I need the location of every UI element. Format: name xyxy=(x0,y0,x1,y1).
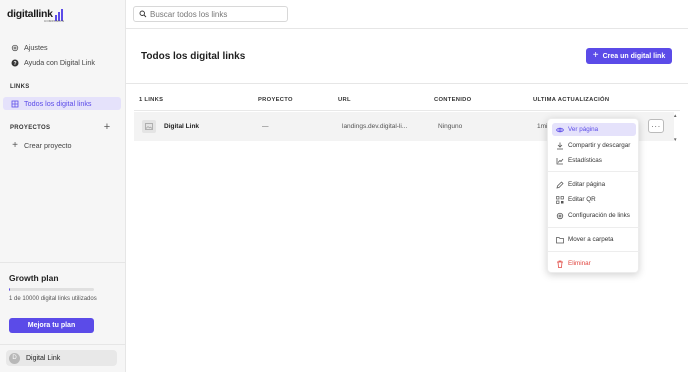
svg-text:?: ? xyxy=(13,60,16,66)
scrollbar[interactable]: ▲ ▼ xyxy=(673,113,679,142)
header-divider xyxy=(134,110,680,111)
qr-icon xyxy=(556,195,564,204)
links-section-label: LINKS xyxy=(10,84,30,90)
add-project-button[interactable]: + xyxy=(102,122,112,133)
menu-item-label: Configuración de links xyxy=(568,212,630,219)
link-content: Ninguno xyxy=(438,123,463,130)
menu-item-label: Mover a carpeta xyxy=(568,236,614,243)
menu-item-label: Compartir y descargar xyxy=(568,142,631,149)
menu-item-label: Ver página xyxy=(568,126,599,133)
create-project-label: Crear proyecto xyxy=(24,141,72,150)
menu-item-label: Estadísticas xyxy=(568,157,602,164)
link-url[interactable]: landings.dev.digital-li... xyxy=(342,123,407,130)
menu-item-delete[interactable]: Eliminar xyxy=(552,257,636,270)
plus-icon: + xyxy=(592,50,599,61)
column-header-url[interactable]: URL xyxy=(338,97,351,103)
column-header-project[interactable]: PROYECTO xyxy=(258,97,293,103)
more-options-button[interactable]: ··· xyxy=(648,119,664,133)
sidebar-item-ayuda[interactable]: ? Ayuda con Digital Link xyxy=(3,56,121,69)
eye-icon xyxy=(556,126,564,134)
create-project-button[interactable]: + Crear proyecto xyxy=(3,139,121,152)
sidebar-divider xyxy=(0,262,126,263)
menu-divider xyxy=(548,171,640,172)
top-bar xyxy=(126,0,688,29)
row-actions-menu: Ver página Compartir y descargar Estadís… xyxy=(547,118,640,273)
sidebar-item-label: Ayuda con Digital Link xyxy=(24,58,95,67)
folder-icon xyxy=(556,236,564,244)
menu-item-share-download[interactable]: Compartir y descargar xyxy=(552,139,636,152)
search-box[interactable] xyxy=(133,6,288,22)
menu-item-move-folder[interactable]: Mover a carpeta xyxy=(552,233,636,246)
menu-item-label: Eliminar xyxy=(568,260,591,267)
page-title: Todos los digital links xyxy=(141,51,246,62)
pencil-icon xyxy=(556,180,564,189)
sidebar-item-ajustes[interactable]: Ajustes xyxy=(3,41,121,54)
trash-icon xyxy=(556,260,564,268)
sidebar-item-label: Todos los digital links xyxy=(24,99,92,108)
link-name[interactable]: Digital Link xyxy=(164,123,199,130)
more-dots-icon: ··· xyxy=(651,121,661,131)
menu-item-link-settings[interactable]: Configuración de links xyxy=(552,209,636,222)
menu-item-statistics[interactable]: Estadísticas xyxy=(552,154,636,167)
search-icon xyxy=(139,10,147,18)
plan-usage-text: 1 de 10000 digital links utilizados xyxy=(9,296,97,302)
help-icon: ? xyxy=(11,59,19,67)
menu-divider xyxy=(548,251,640,252)
image-placeholder-icon xyxy=(142,120,156,133)
scroll-up-icon[interactable]: ▲ xyxy=(673,113,679,118)
main-divider xyxy=(126,83,688,84)
menu-item-view-page[interactable]: Ver página xyxy=(552,123,636,136)
download-icon xyxy=(556,142,564,150)
column-header-updated[interactable]: ULTIMA ACTUALIZACIÓN xyxy=(533,97,609,103)
brand-logo[interactable]: digitallink COMPANION xyxy=(7,8,65,23)
menu-item-edit-qr[interactable]: Editar QR xyxy=(552,193,636,206)
menu-item-label: Editar QR xyxy=(568,196,596,203)
menu-divider xyxy=(548,227,640,228)
gear-icon xyxy=(11,44,19,52)
plus-icon: + xyxy=(12,140,18,151)
sidebar-item-all-links[interactable]: Todos los digital links xyxy=(3,97,121,110)
plan-title: Growth plan xyxy=(9,273,59,283)
sidebar-divider xyxy=(0,344,126,345)
user-account-button[interactable]: D Digital Link xyxy=(6,350,117,366)
upgrade-plan-button[interactable]: Mejora tu plan xyxy=(9,318,94,333)
brand-sub: COMPANION xyxy=(44,19,65,23)
scroll-down-icon[interactable]: ▼ xyxy=(673,137,679,142)
avatar: D xyxy=(9,352,20,364)
search-input[interactable] xyxy=(150,9,285,19)
gear-icon xyxy=(556,212,564,220)
projects-section-label: PROYECTOS xyxy=(10,125,51,131)
plan-usage-bar xyxy=(9,288,94,291)
user-name: Digital Link xyxy=(26,354,61,362)
sidebar-item-label: Ajustes xyxy=(24,43,48,52)
chart-icon xyxy=(556,157,564,165)
menu-item-label: Editar página xyxy=(568,181,606,188)
create-link-button[interactable]: + Crea un digital link xyxy=(586,48,672,64)
column-header-content[interactable]: CONTENIDO xyxy=(434,97,471,103)
sidebar: digitallink COMPANION Ajustes ? Ayuda co… xyxy=(0,0,126,372)
grid-icon xyxy=(11,100,19,108)
menu-item-edit-page[interactable]: Editar página xyxy=(552,178,636,191)
column-header-links[interactable]: 1 LINKS xyxy=(139,97,163,103)
create-link-label: Crea un digital link xyxy=(602,52,666,60)
link-project: — xyxy=(262,123,269,130)
